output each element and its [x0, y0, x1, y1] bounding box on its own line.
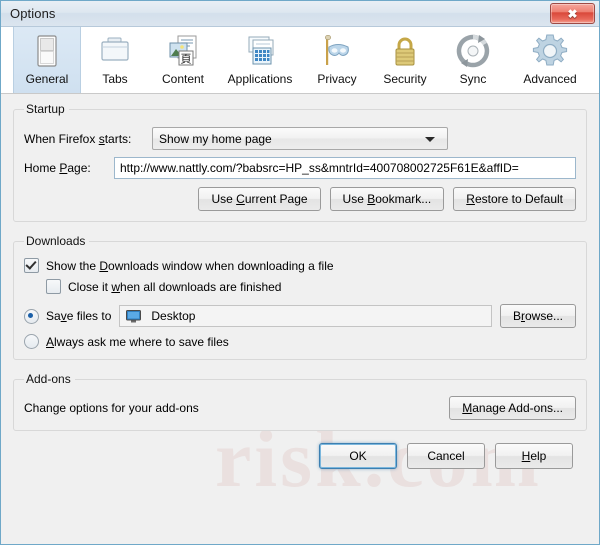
tab-general[interactable]: General	[13, 27, 81, 93]
options-content: PCL risk.com Startup When Firefox starts…	[1, 94, 599, 544]
tabs-folder-icon	[101, 37, 129, 61]
desktop-monitor-icon	[126, 309, 142, 323]
dialog-footer: OK Cancel Help	[13, 443, 587, 481]
title-bar: Options ✖	[1, 1, 599, 27]
home-page-label: Home Page:	[24, 161, 91, 175]
tab-tabs[interactable]: Tabs	[81, 27, 149, 93]
show-downloads-window-label: Show the Downloads window when downloadi…	[46, 258, 334, 273]
sync-refresh-icon	[456, 34, 490, 68]
security-lock-icon	[395, 37, 415, 66]
tab-advanced-label: Advanced	[523, 72, 577, 86]
close-when-finished-label: Close it when all downloads are finished	[68, 279, 282, 294]
startup-behavior-dropdown[interactable]: Show my home page	[152, 127, 448, 150]
save-location-value: Desktop	[151, 309, 196, 323]
help-button[interactable]: Help	[495, 443, 573, 469]
home-page-input[interactable]: http://www.nattly.com/?babsrc=HP_ss&mntr…	[114, 157, 576, 179]
addons-legend: Add-ons	[26, 372, 71, 386]
tab-sync[interactable]: Sync	[439, 27, 507, 93]
home-page-row: Home Page: http://www.nattly.com/?babsrc…	[24, 157, 576, 179]
always-ask-radio[interactable]	[24, 334, 39, 349]
always-ask-row: Always ask me where to save files	[24, 334, 576, 349]
home-page-buttons: Use Current Page Use Bookmark... Restore…	[24, 187, 576, 211]
addons-group: Add-ons Change options for your add-ons …	[13, 372, 587, 431]
startup-group: Startup When Firefox starts: Show my hom…	[13, 102, 587, 222]
show-downloads-window-checkbox[interactable]	[24, 258, 39, 273]
tab-content[interactable]: 頁 Content	[149, 27, 217, 93]
tab-content-label: Content	[161, 72, 205, 86]
tab-security-label: Security	[383, 72, 427, 86]
downloads-group: Downloads Show the Downloads window when…	[13, 234, 587, 360]
browse-button[interactable]: Browse...	[499, 304, 576, 328]
tab-applications[interactable]: Applications	[217, 27, 303, 93]
tab-strip: General Tabs 頁 Content Applications Priv…	[1, 27, 599, 94]
close-button[interactable]: ✖	[550, 3, 595, 24]
addons-description: Change options for your add-ons	[24, 401, 199, 415]
tab-general-label: General	[25, 72, 69, 86]
save-location-field[interactable]: Desktop	[119, 305, 492, 327]
always-ask-label: Always ask me where to save files	[46, 334, 229, 349]
show-downloads-window-row[interactable]: Show the Downloads window when downloadi…	[24, 258, 576, 273]
cancel-button[interactable]: Cancel	[407, 443, 485, 469]
tab-applications-label: Applications	[227, 72, 293, 86]
addons-row: Change options for your add-ons Manage A…	[24, 396, 576, 420]
advanced-gear-icon	[532, 34, 568, 66]
close-when-finished-checkbox[interactable]	[46, 279, 61, 294]
chevron-down-icon	[425, 136, 435, 142]
use-bookmark-button[interactable]: Use Bookmark...	[329, 187, 445, 211]
startup-legend: Startup	[26, 102, 65, 116]
tab-privacy[interactable]: Privacy	[303, 27, 371, 93]
ok-button[interactable]: OK	[319, 443, 397, 469]
window-title: Options	[10, 6, 56, 21]
tab-tabs-label: Tabs	[102, 72, 128, 86]
use-current-page-button[interactable]: Use Current Page	[198, 187, 321, 211]
restore-to-default-button[interactable]: Restore to Default	[453, 187, 576, 211]
privacy-mask-icon	[325, 34, 349, 65]
tab-sync-label: Sync	[459, 72, 487, 86]
manage-addons-button[interactable]: Manage Add-ons...	[449, 396, 576, 420]
downloads-legend: Downloads	[26, 234, 86, 248]
save-files-to-radio[interactable]	[24, 308, 39, 324]
general-page-icon	[37, 35, 57, 67]
close-when-finished-row[interactable]: Close it when all downloads are finished	[46, 279, 576, 294]
close-icon: ✖	[567, 6, 578, 21]
applications-icon	[248, 36, 274, 65]
options-dialog: Options ✖ General Tabs 頁 Content Applica…	[0, 0, 600, 545]
tab-advanced[interactable]: Advanced	[507, 27, 593, 93]
when-firefox-starts-label: When Firefox starts:	[24, 131, 132, 146]
tab-privacy-label: Privacy	[317, 72, 357, 86]
home-page-value: http://www.nattly.com/?babsrc=HP_ss&mntr…	[120, 161, 519, 175]
content-pages-icon: 頁	[169, 35, 197, 66]
save-files-to-label: Save files to	[46, 309, 112, 323]
startup-row: When Firefox starts: Show my home page	[24, 127, 576, 150]
startup-behavior-value: Show my home page	[159, 131, 272, 146]
svg-text:頁: 頁	[181, 53, 192, 66]
tab-security[interactable]: Security	[371, 27, 439, 93]
save-files-to-row: Save files to Desktop Browse...	[24, 304, 576, 328]
